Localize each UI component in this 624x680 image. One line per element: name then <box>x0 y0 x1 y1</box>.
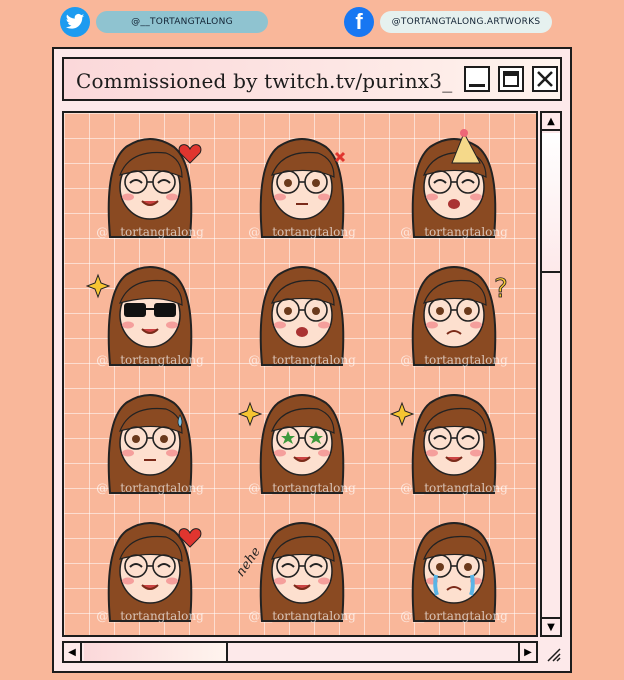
emote-party: @__tortangtalong <box>390 125 518 245</box>
scroll-down-arrow-icon[interactable]: ▼ <box>542 617 560 635</box>
watermark: @__tortangtalong <box>400 225 508 239</box>
svg-text:hehe: hehe <box>238 544 264 579</box>
vertical-scrollbar[interactable]: ▲ ▼ <box>540 111 562 637</box>
emote-cool: @__tortangtalong <box>85 253 214 373</box>
emote-angry: @__tortangtalong <box>238 125 366 245</box>
horizontal-scrollbar[interactable]: ◀ ▶ <box>62 641 538 663</box>
svg-text:?: ? <box>494 274 508 304</box>
watermark: @__tortangtalong <box>400 353 508 367</box>
watermark: @__tortangtalong <box>96 353 204 367</box>
scroll-right-arrow-icon[interactable]: ▶ <box>518 643 536 661</box>
resize-grip-icon[interactable] <box>542 641 562 663</box>
facebook-handle: @TORTANGTALONG.ARTWORKS <box>380 11 552 33</box>
window-titlebar[interactable]: Commissioned by twitch.tv/purinx3_ <box>62 57 562 101</box>
emote-happy: @__tortangtalong <box>389 381 518 501</box>
facebook-f-icon: f <box>344 7 374 37</box>
close-icon <box>537 71 553 87</box>
watermark: @__tortangtalong <box>248 481 356 495</box>
emote-crying: @__tortangtalong <box>390 509 518 629</box>
facebook-badge[interactable]: f @TORTANGTALONG.ARTWORKS <box>344 6 552 38</box>
twitter-badge[interactable]: @__TORTANGTALONG <box>60 6 268 38</box>
minimize-button[interactable] <box>464 66 490 92</box>
scroll-left-arrow-icon[interactable]: ◀ <box>64 643 82 661</box>
emote-nervous: @__tortangtalong <box>86 381 214 501</box>
twitter-bird-icon <box>60 7 90 37</box>
maximize-icon <box>503 71 519 87</box>
watermark: @__tortangtalong <box>248 353 356 367</box>
emote-hehe: hehe @__tortangtalong <box>233 509 366 629</box>
minimize-icon <box>469 84 485 87</box>
emote-heart-cat: @__tortangtalong <box>86 125 214 245</box>
emote-shocked: @__tortangtalong <box>238 253 366 373</box>
twitter-handle: @__TORTANGTALONG <box>96 11 268 33</box>
watermark: @__tortangtalong <box>96 481 204 495</box>
window-title: Commissioned by twitch.tv/purinx3_ <box>76 69 453 93</box>
maximize-button[interactable] <box>498 66 524 92</box>
watermark: @__tortangtalong <box>96 225 204 239</box>
emote-window: Commissioned by twitch.tv/purinx3_ @__to… <box>52 47 572 673</box>
close-button[interactable] <box>532 66 558 92</box>
watermark: @__tortangtalong <box>400 481 508 495</box>
watermark: @__tortangtalong <box>248 225 356 239</box>
emote-grid: @__tortangtalong @__tortangtalong @__torta… <box>62 111 538 637</box>
watermark: @__tortangtalong <box>248 609 356 623</box>
scroll-up-arrow-icon[interactable]: ▲ <box>542 113 560 131</box>
watermark: @__tortangtalong <box>96 609 204 623</box>
emote-starstruck: @__tortangtalong <box>237 381 366 501</box>
horizontal-scroll-thumb[interactable] <box>84 643 228 661</box>
emote-eating-love: @__tortangtalong <box>86 509 214 629</box>
watermark: @__tortangtalong <box>400 609 508 623</box>
emote-confused-cat: ? @__tortangtalong <box>390 253 518 373</box>
vertical-scroll-thumb[interactable] <box>542 133 560 273</box>
